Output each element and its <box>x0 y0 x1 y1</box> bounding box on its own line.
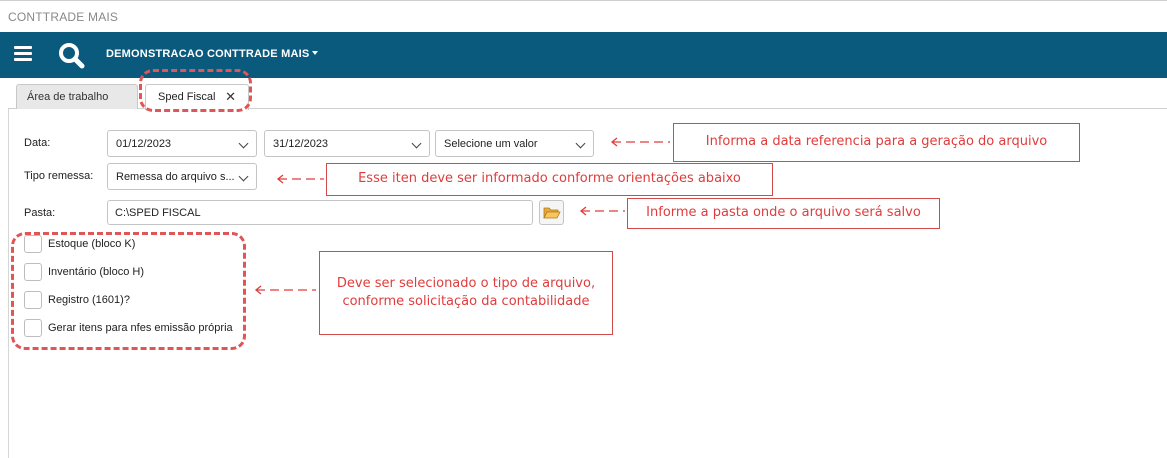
annotation-checkboxes: Deve ser selecionado o tipo de arquivo, … <box>319 251 613 335</box>
annotation-pasta-text: Informe a pasta onde o arquivo será salv… <box>646 205 921 221</box>
annotation-pasta: Informe a pasta onde o arquivo será salv… <box>627 198 940 229</box>
tipo-remessa-select[interactable]: Remessa do arquivo s... <box>107 163 257 190</box>
app-title: CONTTRADE MAIS <box>8 10 119 24</box>
data-inicio-select[interactable]: 01/12/2023 <box>107 130 257 157</box>
chevron-down-icon <box>238 138 249 149</box>
annotation-data-text: Informa a data referencia para a geração… <box>705 134 1048 150</box>
chevron-down-icon <box>238 171 249 182</box>
tab-label: Área de trabalho <box>27 91 109 103</box>
annotation-data: Informa a data referencia para a geração… <box>673 123 1080 162</box>
pasta-label: Pasta: <box>24 207 56 219</box>
company-name: DEMONSTRACAO CONTTRADE MAIS <box>106 48 310 60</box>
tipo-remessa-label: Tipo remessa: <box>24 170 94 182</box>
data-inicio-value: 01/12/2023 <box>116 138 172 150</box>
annotation-tipo-remessa: Esse iten deve ser informado conforme or… <box>326 163 773 196</box>
pasta-input[interactable] <box>107 200 533 225</box>
company-selector[interactable]: DEMONSTRACAO CONTTRADE MAIS <box>106 48 319 60</box>
highlight-tab-annotation <box>139 69 252 112</box>
annotation-arrow-icon <box>276 174 324 184</box>
chevron-down-icon <box>411 138 422 149</box>
data-label: Data: <box>24 137 51 149</box>
data-tipo-value: Selecione um valor <box>444 138 538 150</box>
annotation-checks-line2: conforme solicitação da contabilidade <box>342 294 590 309</box>
annotation-arrow-icon <box>610 137 670 147</box>
annotation-checks-line1: Deve ser selecionado o tipo de arquivo, <box>336 275 596 291</box>
tab-area-de-trabalho[interactable]: Área de trabalho <box>16 84 138 109</box>
annotation-arrow-icon <box>579 206 625 216</box>
hamburger-menu-icon[interactable] <box>14 46 32 62</box>
tipo-remessa-value: Remessa do arquivo s... <box>116 171 235 183</box>
content-left-border <box>8 109 9 458</box>
folder-open-icon <box>543 207 561 219</box>
search-icon[interactable] <box>56 40 86 70</box>
caret-down-icon <box>312 51 319 55</box>
browse-folder-button[interactable] <box>539 200 564 225</box>
data-tipo-select[interactable]: Selecione um valor <box>435 130 594 157</box>
highlight-checkboxes-annotation <box>11 232 246 350</box>
data-fim-select[interactable]: 31/12/2023 <box>264 130 430 157</box>
data-fim-value: 31/12/2023 <box>273 138 329 150</box>
annotation-arrow-icon <box>254 285 316 295</box>
chevron-down-icon <box>575 138 586 149</box>
annotation-tipo-text: Esse iten deve ser informado conforme or… <box>358 171 741 187</box>
window-titlebar: CONTTRADE MAIS <box>0 0 1167 32</box>
